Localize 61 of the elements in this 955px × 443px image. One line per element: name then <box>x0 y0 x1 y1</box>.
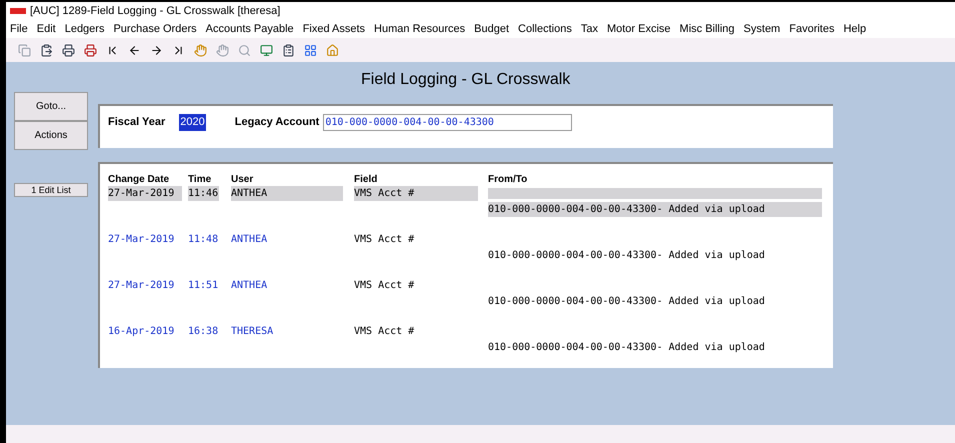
printer-icon[interactable] <box>84 44 97 56</box>
monitor-icon[interactable] <box>260 44 273 56</box>
table-cell-text: VMS Acct # <box>354 279 416 293</box>
menu-item[interactable]: Fixed Assets <box>302 20 366 38</box>
table-cell-text: THERESA <box>231 325 274 339</box>
right-arrow-icon[interactable] <box>150 44 163 56</box>
menu-item[interactable]: Motor Excise <box>606 20 671 38</box>
table-cell-text: 27-Mar-2019 <box>108 233 176 247</box>
table-cell-text: 010-000-0000-004-00-00-43300- Added via upload <box>488 249 766 263</box>
menu-item[interactable]: Collections <box>518 20 572 38</box>
column-header: Change Date <box>108 173 170 186</box>
table-cell-text: 11:51 <box>188 279 219 293</box>
table-cell-text: 27-Mar-2019 <box>108 279 176 293</box>
menu-item[interactable]: Misc Billing <box>680 20 735 38</box>
hand-icon[interactable] <box>194 44 207 56</box>
table-cell: 010-000-0000-004-00-00-43300- Added via upload <box>488 202 822 217</box>
column-header: User <box>231 173 254 186</box>
menu-item[interactable]: Accounts Payable <box>206 20 294 38</box>
menu-item[interactable]: Budget <box>474 20 510 38</box>
clipboard-icon[interactable] <box>282 44 295 56</box>
table-cell-text: 11:48 <box>188 233 219 247</box>
column-header: Time <box>188 173 212 186</box>
table-cell-text: VMS Acct # <box>354 233 416 247</box>
table-cell-text: VMS Acct # <box>354 325 416 339</box>
grid-icon[interactable] <box>304 44 317 56</box>
table-cell-text: ANTHEA <box>231 279 268 293</box>
fiscal-year-field[interactable]: 2020 <box>179 114 206 130</box>
fiscal-year-label: Fiscal Year <box>108 115 166 130</box>
paste-icon[interactable] <box>40 44 53 56</box>
table-cell-text: 010-000-0000-004-00-00-43300- Added via upload <box>488 295 766 309</box>
table-cell: 11:46 <box>188 186 219 201</box>
left-arrow-icon[interactable] <box>128 44 141 56</box>
menu-item[interactable]: Human Resources <box>374 20 466 38</box>
column-header: From/To <box>488 173 528 186</box>
table-cell: 27-Mar-2019 <box>108 186 182 201</box>
legacy-account-label: Legacy Account <box>234 115 320 130</box>
column-header: Field <box>354 173 378 186</box>
app-logo-icon <box>10 7 26 15</box>
legacy-account-field[interactable]: 010-000-0000-004-00-00-43300 <box>323 114 572 131</box>
home-icon[interactable] <box>326 44 339 56</box>
table-cell: VMS Acct # <box>354 186 478 201</box>
menu-item[interactable]: Help <box>843 20 866 38</box>
table-cell-text: 16:38 <box>188 325 219 339</box>
menu-item[interactable]: Ledgers <box>64 20 104 38</box>
menu-item[interactable]: Tax <box>580 20 598 38</box>
menu-item[interactable]: Favorites <box>789 20 834 38</box>
menu-item[interactable]: Edit <box>36 20 56 38</box>
last-icon[interactable] <box>172 44 185 56</box>
edit-list-button[interactable]: 1 Edit List <box>14 183 88 197</box>
menu-item[interactable]: System <box>744 20 780 38</box>
side-button[interactable]: Actions <box>14 121 88 150</box>
menu-item[interactable]: File <box>10 20 28 38</box>
page-title: Field Logging - GL Crosswalk <box>361 70 572 90</box>
table-cell-text: 010-000-0000-004-00-00-43300- Added via upload <box>488 341 766 355</box>
table-cell-text: 16-Apr-2019 <box>108 325 176 339</box>
window-title: [AUC] 1289-Field Logging - GL Crosswalk [theresa] <box>30 4 280 19</box>
table-cell-text: ANTHEA <box>231 233 268 247</box>
table-cell: ANTHEA <box>231 186 343 201</box>
side-button[interactable]: Goto... <box>14 92 88 121</box>
printer-icon[interactable] <box>62 44 75 56</box>
menu-item[interactable]: Purchase Orders <box>113 20 197 38</box>
